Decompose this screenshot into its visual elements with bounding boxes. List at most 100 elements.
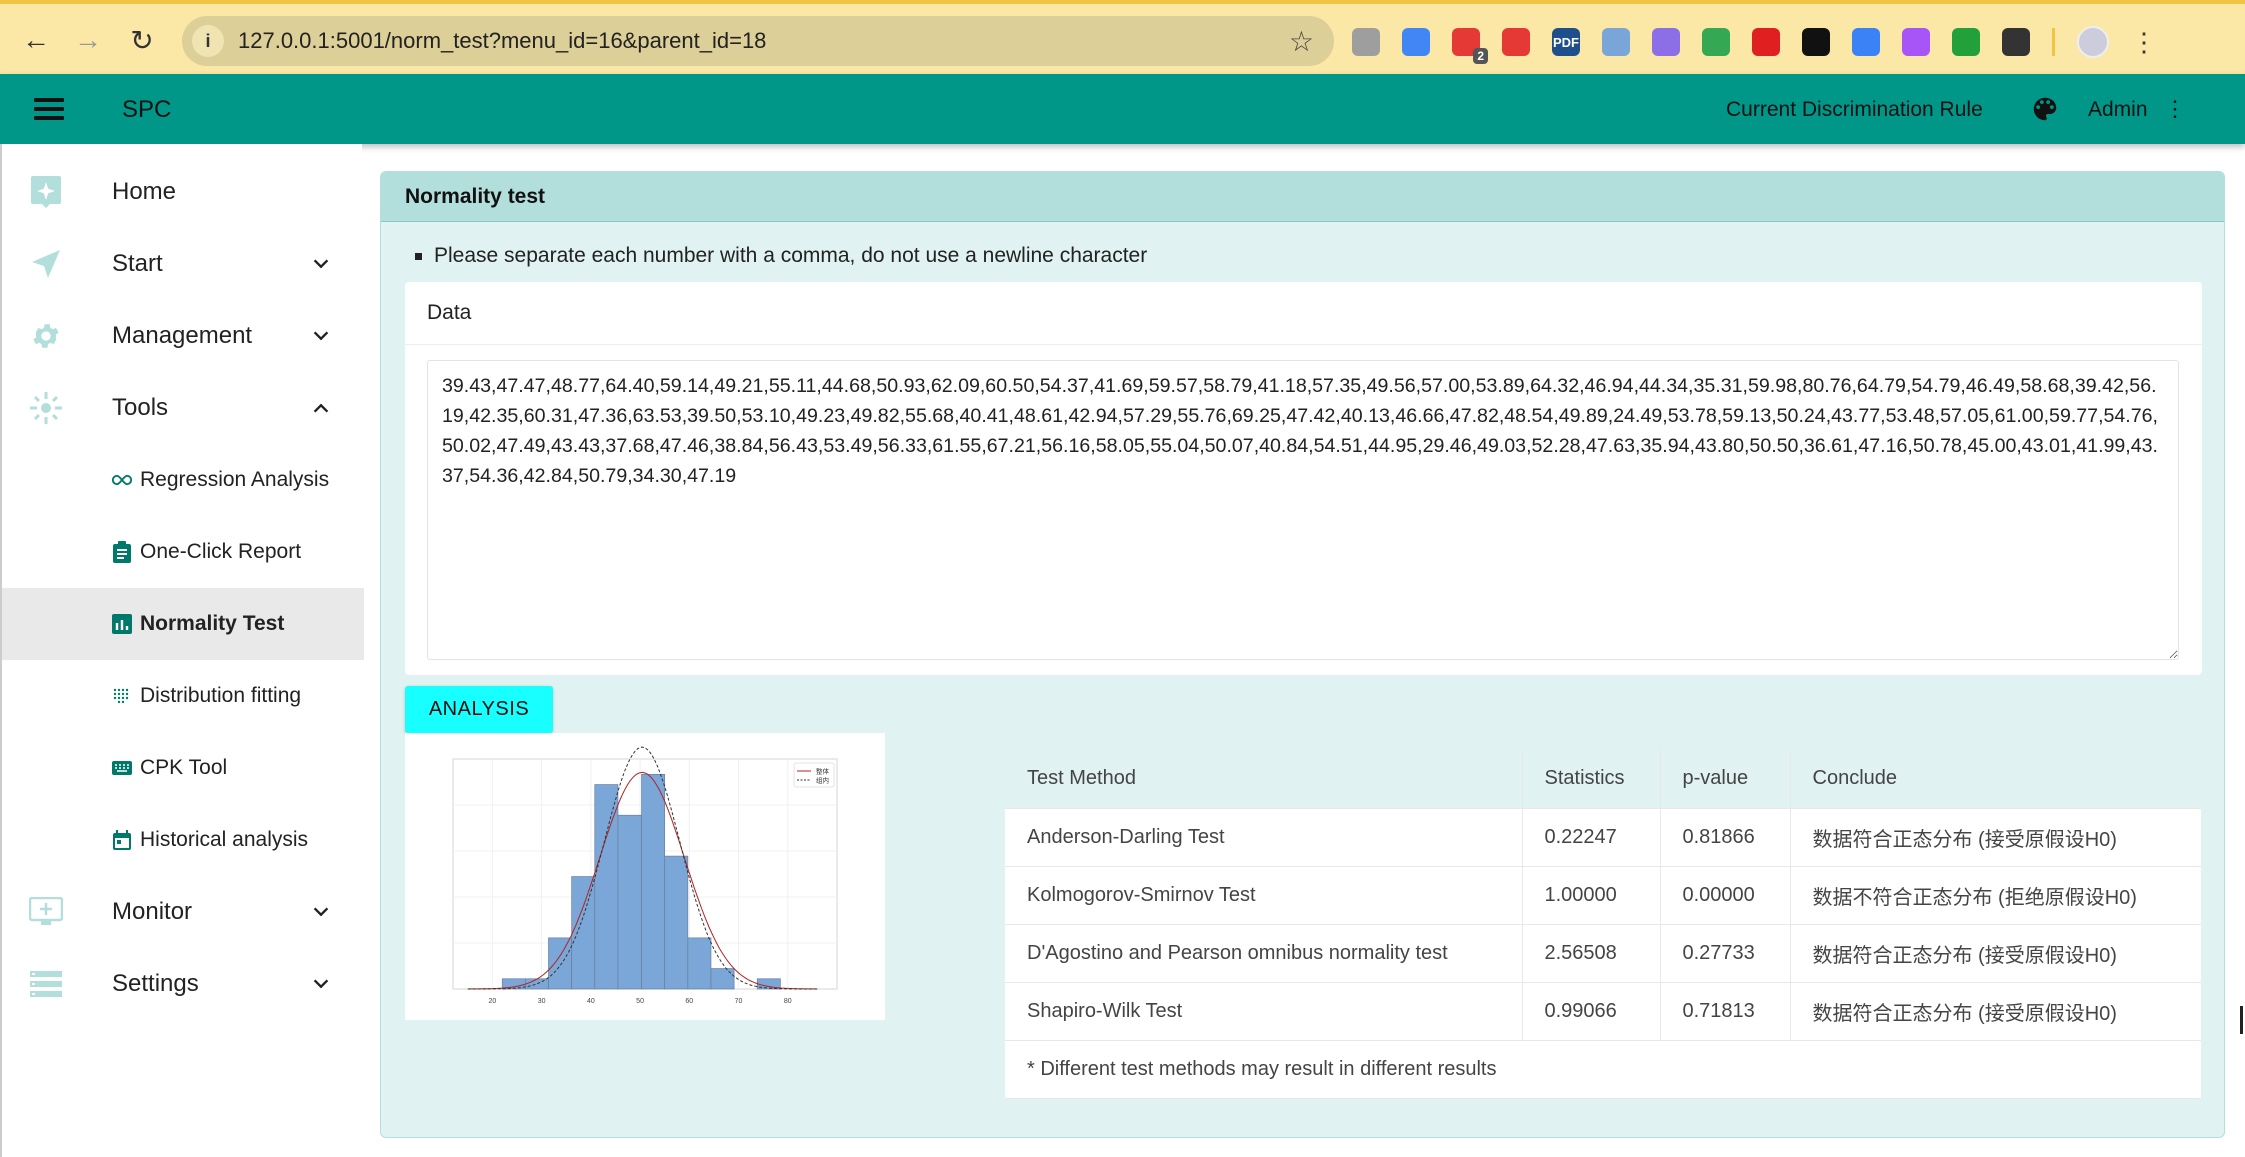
statistic-cell: 2.56508	[1521, 924, 1660, 983]
address-bar[interactable]: i 127.0.0.1:5001/norm_test?menu_id=16&pa…	[182, 16, 1334, 66]
toolbar-separator	[2052, 28, 2055, 56]
blue-diamond-extension-icon[interactable]	[1852, 28, 1880, 56]
test-method-cell: Anderson-Darling Test	[1005, 808, 1522, 867]
conclusion-cell: 数据符合正态分布 (接受原假设H0)	[1789, 982, 2201, 1041]
sidebar-subitem-cpk-tool[interactable]: CPK Tool	[2, 732, 364, 804]
puzzle-extensions-icon[interactable]	[2002, 28, 2030, 56]
calendar-icon	[112, 830, 132, 850]
sidebar-subitem-label: One-Click Report	[140, 540, 302, 563]
history-clock-icon[interactable]	[1902, 28, 1930, 56]
clipboard-icon	[112, 541, 132, 563]
palette-icon[interactable]	[2030, 94, 2060, 124]
sidebar-subitem-historical-analysis[interactable]: Historical analysis	[2, 804, 364, 876]
dots-extension-icon[interactable]: 2	[1452, 28, 1488, 64]
table-row: D'Agostino and Pearson omnibus normality…	[1005, 924, 2201, 983]
sidebar-subitem-label: Normality Test	[140, 612, 285, 635]
pdf-extension-icon[interactable]: PDF	[1552, 28, 1580, 56]
sidebar-item-monitor[interactable]: Monitor	[2, 876, 364, 948]
column-header: Conclude	[1789, 750, 2201, 809]
table-row: Shapiro-Wilk Test 0.99066 0.71813 数据符合正态…	[1005, 982, 2201, 1041]
bar-chart-icon	[112, 614, 132, 634]
green-d-extension-icon[interactable]	[1952, 28, 1980, 56]
reload-button[interactable]: ↻	[120, 18, 164, 62]
circle-extension-icon[interactable]	[1352, 28, 1380, 56]
data-input[interactable]: 39.43,47.47,48.77,64.40,59.14,49.21,55.1…	[427, 360, 2179, 660]
test-method-cell: Shapiro-Wilk Test	[1005, 982, 1522, 1041]
home-sparkle-icon	[28, 174, 64, 210]
menu-toggle-icon[interactable]	[34, 98, 64, 120]
statistic-cell: 1.00000	[1521, 866, 1660, 925]
no-paw-extension-icon[interactable]	[1502, 28, 1530, 56]
data-card: Data 39.43,47.47,48.77,64.40,59.14,49.21…	[405, 282, 2202, 675]
analysis-button[interactable]: ANALYSIS	[405, 686, 553, 733]
table-note: * Different test methods may result in d…	[1005, 1040, 2201, 1099]
browser-menu-icon[interactable]: ⋮	[2131, 27, 2157, 58]
test-method-cell: Kolmogorov-Smirnov Test	[1005, 866, 1522, 925]
profile-avatar[interactable]	[2077, 26, 2109, 58]
sidebar-item-management[interactable]: Management	[2, 300, 364, 372]
chevron-down-icon[interactable]	[310, 901, 332, 923]
sidebar-item-label: Start	[112, 250, 163, 277]
sidebar-item-tools[interactable]: Tools	[2, 372, 364, 444]
chevron-down-icon[interactable]	[310, 325, 332, 347]
sidebar: Home Start Management Tools Regression A…	[0, 144, 364, 1157]
sidebar-subitem-one-click-report[interactable]: One-Click Report	[2, 516, 364, 588]
statistic-cell: 0.99066	[1521, 982, 1660, 1041]
block-circle-icon[interactable]	[1802, 28, 1830, 56]
forward-button[interactable]: →	[66, 18, 110, 62]
ring-extension-icon[interactable]	[1602, 28, 1630, 56]
histogram-bar	[571, 876, 596, 990]
monitor-add-icon	[28, 894, 64, 930]
conclusion-cell: 数据不符合正态分布 (拒绝原假设H0)	[1789, 866, 2201, 925]
sidebar-item-settings[interactable]: Settings	[2, 948, 364, 1020]
panel-title: Normality test	[381, 172, 2224, 222]
x-tick-label: 80	[784, 998, 792, 1005]
sidebar-subitem-regression-analysis[interactable]: Regression Analysis	[2, 444, 364, 516]
current-rule-link[interactable]: Current Discrimination Rule	[1726, 98, 1983, 122]
histogram-bar	[548, 937, 572, 990]
more-vert-icon[interactable]: ⋮	[2164, 96, 2186, 122]
p-value-cell: 0.27733	[1659, 924, 1790, 983]
gear-icon	[28, 318, 64, 354]
scrollbar[interactable]	[2240, 1006, 2243, 1034]
code-brackets-extension-icon[interactable]	[1702, 28, 1730, 56]
site-info-icon[interactable]: i	[192, 25, 224, 57]
sidebar-item-home[interactable]: Home	[2, 156, 364, 228]
sidebar-subitem-label: Regression Analysis	[140, 468, 330, 491]
sun-tools-icon	[28, 390, 64, 426]
bookmark-star-icon[interactable]: ☆	[1289, 25, 1314, 58]
column-header: Statistics	[1521, 750, 1660, 809]
chevron-down-icon[interactable]	[310, 973, 332, 995]
sidebar-item-label: Home	[112, 178, 177, 205]
input-hint-text: Please separate each number with a comma…	[434, 244, 1148, 267]
histogram-bar	[525, 978, 549, 990]
back-button[interactable]: ←	[14, 18, 58, 62]
histogram-bar	[664, 855, 689, 990]
x-tick-label: 70	[735, 998, 743, 1005]
p-value-cell: 0.81866	[1659, 808, 1790, 867]
legend-label: 整体	[816, 767, 830, 776]
normality-test-panel: Normality test Please separate each numb…	[380, 171, 2225, 1138]
x-tick-label: 60	[685, 998, 693, 1005]
data-label: Data	[405, 282, 2202, 345]
chevron-up-icon[interactable]	[310, 397, 332, 419]
histogram-svg: 20 30 40 50 60 70 80 整体组内	[452, 746, 838, 1005]
test-method-cell: D'Agostino and Pearson omnibus normality…	[1005, 924, 1522, 983]
browser-toolbar: ← → ↻ i 127.0.0.1:5001/norm_test?menu_id…	[0, 0, 2245, 74]
sidebar-item-start[interactable]: Start	[2, 228, 364, 300]
google-translate-icon[interactable]	[1402, 28, 1430, 56]
statistic-cell: 0.22247	[1521, 808, 1660, 867]
url-text[interactable]: 127.0.0.1:5001/norm_test?menu_id=16&pare…	[238, 28, 766, 54]
conclusion-cell: 数据符合正态分布 (接受原假设H0)	[1789, 924, 2201, 983]
table-header-row: Test Method Statistics p-value Conclude	[1005, 750, 2201, 809]
sidebar-subitem-distribution-fitting[interactable]: Distribution fitting	[2, 660, 364, 732]
sidebar-item-label: Monitor	[112, 898, 193, 925]
extension-badge: 2	[1473, 48, 1488, 64]
column-header: Test Method	[1005, 750, 1522, 809]
check-extension-icon[interactable]	[1652, 28, 1680, 56]
user-menu[interactable]: Admin	[2088, 98, 2148, 122]
sidebar-item-label: Tools	[112, 394, 169, 421]
sidebar-subitem-normality-test[interactable]: Normality Test	[2, 588, 364, 660]
adblock-hand-icon[interactable]	[1752, 28, 1780, 56]
chevron-down-icon[interactable]	[310, 253, 332, 275]
